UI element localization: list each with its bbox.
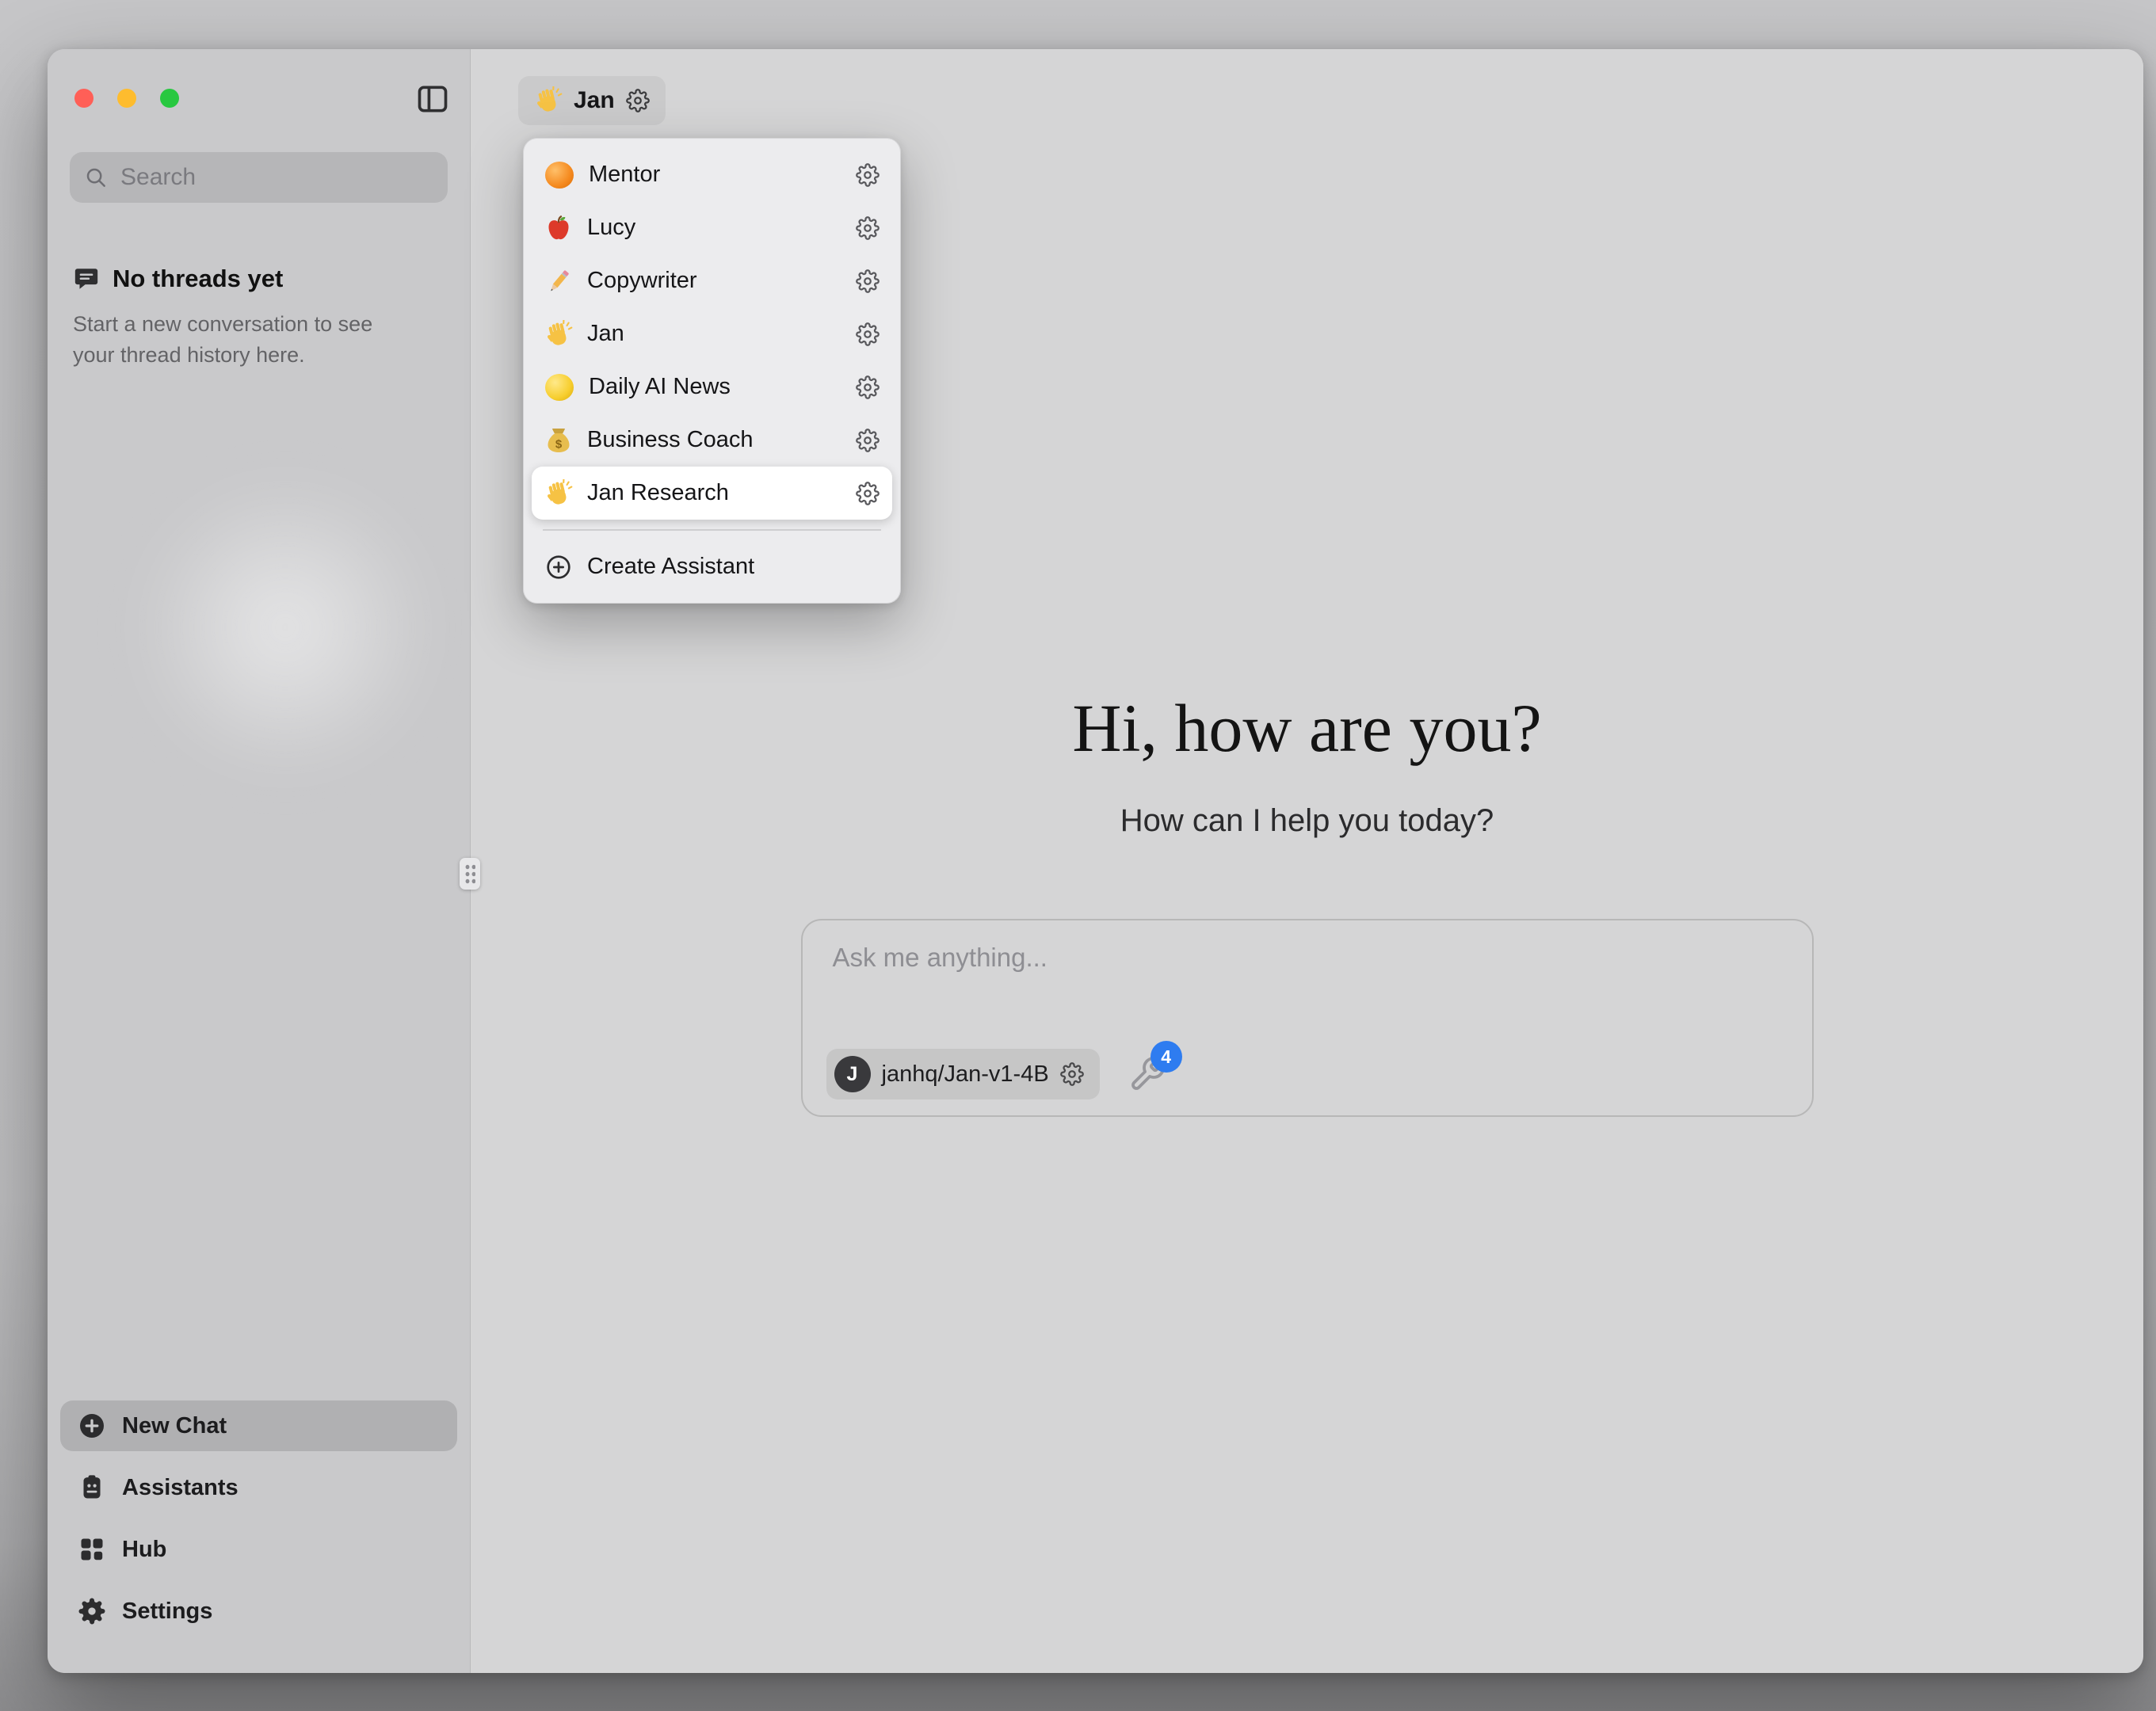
tools-button[interactable]: 4 (1128, 1055, 1166, 1093)
sidebar-item-settings[interactable]: Settings (60, 1586, 457, 1637)
minimize-button[interactable] (117, 89, 136, 108)
pane-resize-handle[interactable] (460, 858, 480, 890)
waving-hand-icon (544, 479, 573, 508)
menu-item-label: Jan Research (587, 480, 841, 506)
nav-label: Assistants (122, 1475, 238, 1501)
waving-hand-icon (544, 320, 573, 349)
search-icon (84, 166, 108, 189)
nav-label: Settings (122, 1599, 212, 1625)
empty-state-description: Start a new conversation to see your thr… (73, 309, 415, 371)
gear-icon[interactable] (856, 429, 880, 452)
yellow-circle-icon (545, 374, 574, 401)
zoom-button[interactable] (160, 89, 179, 108)
menu-item-label: Jan (587, 321, 841, 347)
chat-bubble-icon (73, 265, 100, 292)
circle-plus-icon (544, 554, 573, 581)
hub-grid-icon (78, 1535, 106, 1564)
menu-item-label: Daily AI News (589, 374, 841, 400)
gear-icon[interactable] (856, 163, 880, 187)
red-apple-icon (544, 214, 573, 242)
gear-icon[interactable] (856, 216, 880, 240)
sidebar-item-new-chat[interactable]: New Chat (60, 1400, 457, 1451)
nav-label: Hub (122, 1537, 166, 1563)
close-button[interactable] (74, 89, 93, 108)
model-name: janhq/Jan-v1-4B (882, 1061, 1049, 1088)
main-area: Jan Mentor Lucy Copywriter Jan (471, 49, 2143, 1673)
composer-input[interactable] (831, 941, 1784, 1031)
sidebar-item-assistants[interactable]: Assistants (60, 1462, 457, 1513)
gear-icon[interactable] (856, 269, 880, 293)
sidebar-nav: New Chat Assistants Hub Settings (48, 1389, 470, 1673)
window-controls (74, 89, 179, 108)
menu-item-label: Lucy (587, 215, 841, 241)
menu-item-create-assistant[interactable]: Create Assistant (532, 540, 892, 593)
tools-count-badge: 4 (1151, 1041, 1182, 1073)
assistant-switcher-button[interactable]: Jan (518, 76, 666, 125)
menu-item-label: Business Coach (587, 427, 841, 453)
toggle-sidebar-icon[interactable] (414, 81, 451, 117)
empty-state-title: No threads yet (113, 265, 283, 293)
waving-hand-icon (534, 86, 563, 115)
gear-icon[interactable] (856, 322, 880, 346)
search-field[interactable] (70, 152, 448, 203)
menu-item-label: Create Assistant (587, 554, 880, 580)
composer-toolbar: J janhq/Jan-v1-4B 4 (826, 1049, 1166, 1099)
assistant-name: Jan (574, 87, 615, 114)
sidebar-glow (135, 477, 436, 778)
orange-circle-icon (545, 162, 574, 189)
menu-item-business-coach[interactable]: Business Coach (532, 413, 892, 467)
assistants-icon (78, 1473, 106, 1502)
greeting-title: Hi, how are you? (1072, 694, 1541, 762)
gear-icon[interactable] (856, 375, 880, 399)
menu-item-lucy[interactable]: Lucy (532, 201, 892, 254)
gear-icon[interactable] (856, 482, 880, 505)
plus-circle-icon (78, 1412, 106, 1440)
assistant-menu: Mentor Lucy Copywriter Jan Daily AI News (523, 138, 901, 604)
greeting-subtitle: How can I help you today? (1120, 802, 1494, 840)
composer[interactable]: J janhq/Jan-v1-4B 4 (801, 919, 1814, 1117)
model-avatar: J (834, 1056, 871, 1092)
menu-item-jan-research[interactable]: Jan Research (532, 467, 892, 520)
menu-item-label: Copywriter (587, 268, 841, 294)
gear-icon[interactable] (1060, 1062, 1084, 1086)
sidebar-titlebar (48, 49, 470, 138)
menu-item-label: Mentor (589, 162, 841, 188)
menu-item-jan[interactable]: Jan (532, 307, 892, 360)
menu-item-copywriter[interactable]: Copywriter (532, 254, 892, 307)
menu-item-daily-ai-news[interactable]: Daily AI News (532, 360, 892, 413)
pencil-icon (544, 267, 573, 295)
gear-icon[interactable] (626, 89, 650, 112)
grip-dots-icon (464, 863, 475, 884)
menu-item-mentor[interactable]: Mentor (532, 148, 892, 201)
hero: Hi, how are you? How can I help you toda… (471, 694, 2143, 1117)
app-window: No threads yet Start a new conversation … (48, 49, 2143, 1673)
search-input[interactable] (119, 163, 433, 192)
model-selector-button[interactable]: J janhq/Jan-v1-4B (826, 1049, 1100, 1099)
menu-separator (543, 529, 881, 531)
nav-label: New Chat (122, 1413, 227, 1439)
sidebar: No threads yet Start a new conversation … (48, 49, 471, 1673)
empty-state: No threads yet Start a new conversation … (73, 265, 445, 371)
settings-gear-icon (78, 1597, 106, 1625)
money-bag-icon (544, 426, 573, 455)
sidebar-item-hub[interactable]: Hub (60, 1524, 457, 1575)
